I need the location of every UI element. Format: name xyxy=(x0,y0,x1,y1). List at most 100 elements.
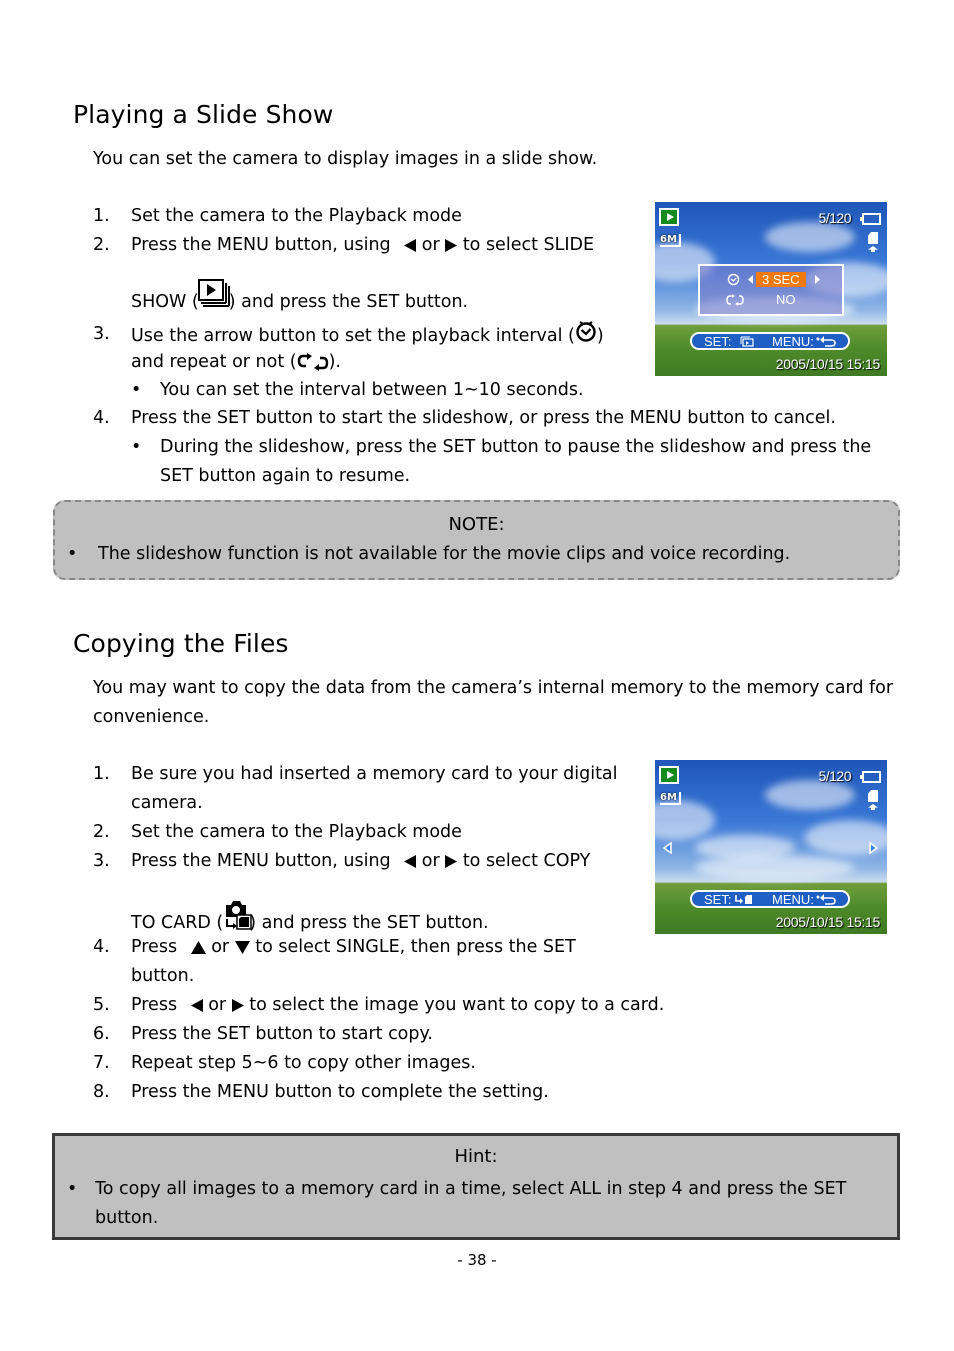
repeat-icon xyxy=(297,353,328,371)
text: Use the arrow button to set the playback… xyxy=(131,326,575,346)
back-icon xyxy=(816,894,836,905)
step-text-line2: camera. xyxy=(131,793,203,813)
keyword-menu: MENU xyxy=(216,235,269,255)
cloud xyxy=(695,855,855,880)
step-number: 4. xyxy=(93,408,110,428)
keyword-menu: MENU xyxy=(629,408,682,428)
step-number: 4. xyxy=(93,937,110,957)
right-arrow-icon xyxy=(445,854,458,868)
next-image-icon[interactable] xyxy=(869,842,878,854)
text: button to pause the slideshow and press … xyxy=(475,437,872,457)
text: button. xyxy=(399,292,469,312)
bullet-dot: • xyxy=(67,1179,78,1199)
keyword-copy: COPY xyxy=(543,851,591,871)
timer-icon xyxy=(576,321,596,342)
text: button to complete the setting. xyxy=(268,1082,549,1102)
keyword-to-card: TO CARD xyxy=(131,913,211,933)
battery-icon xyxy=(860,213,881,225)
card-arrow-icon xyxy=(868,804,878,810)
memory-card-icon xyxy=(868,232,878,244)
right-arrow-icon xyxy=(445,238,458,252)
repeat-value[interactable]: NO xyxy=(776,292,796,307)
bullet-dot: • xyxy=(131,437,142,457)
text: to select xyxy=(457,851,544,871)
step-text: Press the MENU button, using or to selec… xyxy=(131,847,590,876)
keyword-show: SHOW xyxy=(131,292,187,312)
memory-card-icon xyxy=(868,790,878,802)
cloud xyxy=(655,800,715,840)
keyword-set: SET xyxy=(160,466,193,486)
slideshow-settings-dialog: 3 SEC NO xyxy=(698,264,844,316)
text: Press xyxy=(131,937,183,957)
playback-mode-icon xyxy=(659,766,679,784)
step-number: 1. xyxy=(93,764,110,784)
image-size-badge: 6M xyxy=(660,234,681,247)
note-box: NOTE: • The slideshow function is not av… xyxy=(53,500,900,580)
set-label: SET: xyxy=(704,334,732,349)
step-text: Press the MENU button, using or to selec… xyxy=(131,231,594,260)
step-number: 3. xyxy=(93,324,110,344)
text: Press xyxy=(131,995,183,1015)
step-text: Press the MENU button to complete the se… xyxy=(131,1078,549,1107)
keyword-menu: MENU xyxy=(216,1082,269,1102)
step-text-line2: SHOW () and press the SET button. xyxy=(131,279,468,317)
step-text: Press the SET button to start the slides… xyxy=(131,404,836,433)
back-icon xyxy=(816,336,836,347)
text: to select xyxy=(457,235,544,255)
text: ) xyxy=(596,326,604,346)
text: to select the image you want to copy to … xyxy=(243,995,665,1015)
text: ). xyxy=(328,352,341,372)
step-number: 5. xyxy=(93,995,110,1015)
previous-image-icon[interactable] xyxy=(663,842,672,854)
text: , then press the xyxy=(399,937,543,957)
text: button again to resume. xyxy=(192,466,411,486)
keyword-set: SET xyxy=(542,937,576,957)
text: to select xyxy=(249,937,336,957)
text: in step 4 and press the xyxy=(601,1179,814,1199)
bullet-dot: • xyxy=(131,380,142,400)
section-title-copy: Copying the Files xyxy=(73,629,289,658)
interval-value[interactable]: 3 SEC xyxy=(756,272,806,287)
image-size-badge: 6M xyxy=(660,792,681,805)
left-arrow-icon[interactable] xyxy=(748,275,753,284)
text: ) and press the xyxy=(228,292,367,312)
text: Press the xyxy=(131,408,217,428)
text: button. xyxy=(419,913,489,933)
step-text: Set the camera to the Playback mode xyxy=(131,206,462,226)
step-text: Press or to select SINGLE, then press th… xyxy=(131,933,576,962)
keyword-set: SET xyxy=(442,437,476,457)
left-arrow-icon xyxy=(404,238,417,252)
keyword-menu: MENU xyxy=(216,851,269,871)
section-intro-copy-line2: convenience. xyxy=(93,707,210,727)
right-arrow-icon xyxy=(231,998,244,1012)
text: or xyxy=(202,995,232,1015)
keyword-all: ALL xyxy=(569,1179,602,1199)
hint-box: Hint: • To copy all images to a memory c… xyxy=(52,1133,900,1240)
datetime: 2005/10/15 15:15 xyxy=(775,914,881,930)
keyword-set: SET xyxy=(366,292,400,312)
down-arrow-icon xyxy=(234,940,250,954)
camera-screen-copy: 6M 5/120 SET: MENU: 2005/10/15 15:15 xyxy=(655,760,887,934)
left-arrow-icon xyxy=(404,854,417,868)
set-label: SET: xyxy=(704,892,732,907)
step-text: Be sure you had inserted a memory card t… xyxy=(131,764,618,784)
softkey-bar: SET: MENU: xyxy=(690,890,850,908)
step-number: 8. xyxy=(93,1082,110,1102)
bullet-text: You can set the interval between 1~10 se… xyxy=(160,380,584,400)
cloud xyxy=(765,222,855,252)
page-number: - 38 - xyxy=(457,1251,497,1269)
text: ) and press the xyxy=(249,913,387,933)
text: button, using xyxy=(268,235,397,255)
step-text-line2: button. xyxy=(131,966,195,986)
step-text: Press or to select the image you want to… xyxy=(131,991,664,1020)
section-intro-copy: You may want to copy the data from the c… xyxy=(93,678,894,698)
keyword-set: SET xyxy=(386,913,420,933)
text: To copy all images to a memory card in a… xyxy=(95,1179,570,1199)
text: Press the xyxy=(131,1082,217,1102)
text: button to start the slideshow, or press … xyxy=(249,408,630,428)
right-arrow-icon[interactable] xyxy=(815,275,820,284)
keyword-slide: SLIDE xyxy=(543,235,595,255)
image-counter: 5/120 xyxy=(818,210,851,226)
text: button, using xyxy=(268,851,397,871)
menu-label: MENU: xyxy=(772,334,814,349)
